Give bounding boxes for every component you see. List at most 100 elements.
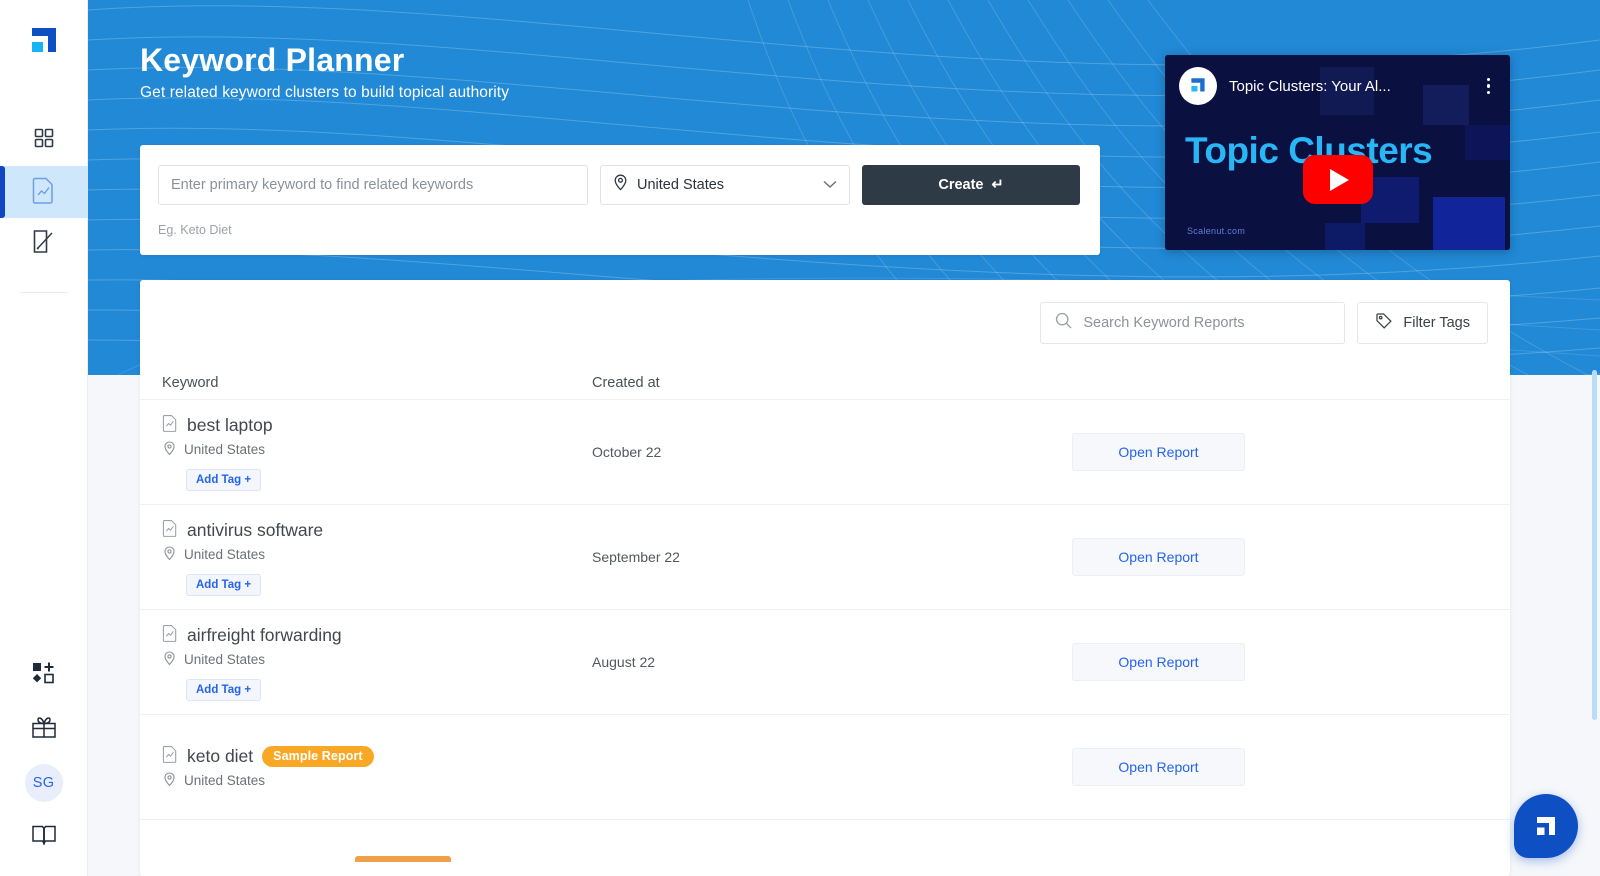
- column-header-keyword: Keyword: [162, 374, 219, 391]
- table-body: best laptop United States Add Tag + October…: [140, 400, 1510, 820]
- keyword-name: keto diet: [187, 745, 254, 766]
- created-at-cell: September 22: [592, 549, 680, 565]
- open-report-button[interactable]: Open Report: [1072, 538, 1245, 576]
- page-scrollbar[interactable]: [1590, 0, 1600, 876]
- report-chart-icon: [31, 176, 57, 209]
- add-tag-button[interactable]: Add Tag +: [186, 573, 262, 596]
- scalenut-chat-logo-icon[interactable]: [1514, 794, 1578, 858]
- location-pin-icon: [613, 174, 628, 196]
- report-chart-icon: [162, 745, 178, 768]
- sidebar-nav-secondary: SG: [0, 648, 87, 876]
- sidebar: SG: [0, 0, 88, 876]
- report-chart-icon: [162, 519, 178, 542]
- video-topbar: Topic Clusters: Your Al...: [1165, 55, 1510, 117]
- tag-icon: [1375, 312, 1393, 334]
- video-title: Topic Clusters: Your Al...: [1229, 77, 1391, 95]
- search-icon: [1055, 312, 1072, 334]
- video-embed[interactable]: Topic Clusters: Your Al... Topic Cluster…: [1165, 55, 1510, 250]
- created-at-cell: October 22: [592, 444, 662, 460]
- open-report-button[interactable]: Open Report: [1072, 643, 1245, 681]
- keyword-cell: keto diet Sample Report United States: [162, 745, 592, 790]
- created-at-cell: August 22: [592, 654, 656, 670]
- video-watermark: Scalenut.com: [1187, 226, 1246, 236]
- sidebar-divider: [19, 292, 68, 293]
- keyword-cell: airfreight forwarding United States Add Ta…: [162, 624, 592, 701]
- search-reports-box[interactable]: [1040, 302, 1346, 344]
- add-tag-button[interactable]: Add Tag +: [186, 678, 262, 701]
- main-content: Keyword Planner Get related keyword clus…: [88, 0, 1600, 876]
- create-button-label: Create: [938, 177, 984, 193]
- avatar[interactable]: SG: [24, 764, 63, 802]
- youtube-play-icon[interactable]: [1302, 155, 1373, 204]
- scalenut-channel-avatar[interactable]: [1179, 67, 1217, 105]
- enter-key-icon: ↵: [991, 177, 1004, 193]
- search-reports-input[interactable]: [1083, 315, 1331, 331]
- edit-document-icon: [31, 228, 57, 261]
- keyword-title-line: airfreight forwarding: [162, 624, 592, 647]
- add-tag-button[interactable]: Add Tag +: [186, 468, 262, 491]
- actions-cell: Open Report: [1072, 538, 1488, 576]
- filter-tags-label: Filter Tags: [1403, 315, 1470, 331]
- sidebar-item-docs[interactable]: [0, 810, 88, 864]
- filter-tags-button[interactable]: Filter Tags: [1357, 302, 1488, 344]
- keyword-search-card: United States Create ↵ Eg. Keto Diet: [140, 145, 1100, 255]
- table-row: best laptop United States Add Tag + October…: [140, 400, 1510, 505]
- actions-cell: Open Report: [1072, 643, 1488, 681]
- keyword-hint: Eg. Keto Diet: [158, 223, 232, 237]
- keyword-cell: best laptop United States Add Tag +: [162, 414, 592, 491]
- search-row: United States Create ↵: [140, 145, 1100, 205]
- sidebar-item-content-editor[interactable]: [0, 218, 88, 270]
- table-header: Keyword Created at: [140, 366, 1510, 400]
- location-pin-icon: [163, 545, 176, 564]
- table-row: airfreight forwarding United States Add Ta…: [140, 610, 1510, 715]
- primary-keyword-input[interactable]: [158, 165, 588, 205]
- chevron-down-icon: [823, 176, 837, 194]
- keyword-location: United States: [162, 545, 592, 564]
- table-row: keto diet Sample Report United States Open …: [140, 715, 1510, 820]
- keyword-location: United States: [162, 440, 592, 459]
- user-avatar-button[interactable]: SG: [0, 756, 88, 810]
- sidebar-item-dashboard[interactable]: [0, 114, 88, 166]
- page-title: Keyword Planner: [140, 42, 405, 78]
- sidebar-nav-primary: [0, 114, 88, 293]
- create-button[interactable]: Create ↵: [862, 165, 1080, 205]
- keyword-title-line: antivirus software: [162, 519, 592, 542]
- keyword-location: United States: [162, 771, 592, 790]
- page-scrollbar-thumb[interactable]: [1592, 370, 1597, 720]
- sidebar-item-keyword-planner[interactable]: [0, 166, 88, 218]
- keyword-title-line: keto diet Sample Report: [162, 745, 592, 768]
- report-chart-icon: [162, 414, 178, 437]
- keyword-title-line: best laptop: [162, 414, 592, 437]
- keyword-reports-table: Keyword Created at best laptop United Sta…: [140, 366, 1510, 820]
- keyword-location: United States: [162, 650, 592, 669]
- actions-cell: Open Report: [1072, 748, 1488, 786]
- partial-badge-indicator: [355, 856, 451, 862]
- location-pin-icon: [163, 771, 176, 790]
- keyword-reports-card: Filter Tags Keyword Created at best lapt…: [140, 280, 1510, 876]
- app-root: SG Keyword Planner Get related keyword c…: [0, 0, 1600, 876]
- country-select[interactable]: United States: [600, 165, 850, 205]
- keyword-name: antivirus software: [187, 519, 324, 540]
- open-book-icon: [30, 822, 58, 853]
- grid-icon: [32, 126, 56, 155]
- open-report-button[interactable]: Open Report: [1072, 748, 1245, 786]
- column-header-created-at: Created at: [592, 374, 660, 391]
- location-pin-icon: [163, 440, 176, 459]
- report-chart-icon: [162, 624, 178, 647]
- kebab-menu-icon[interactable]: [1481, 74, 1497, 99]
- sidebar-item-integrations[interactable]: [0, 648, 88, 702]
- country-select-value: United States: [637, 177, 725, 193]
- gift-icon: [30, 713, 58, 746]
- open-report-button[interactable]: Open Report: [1072, 433, 1245, 471]
- sidebar-item-rewards[interactable]: [0, 702, 88, 756]
- avatar-initials: SG: [32, 775, 55, 791]
- page-subtitle: Get related keyword clusters to build to…: [140, 84, 510, 101]
- keyword-cell: antivirus software United States Add Tag +: [162, 519, 592, 596]
- scalenut-logo[interactable]: [24, 22, 64, 62]
- reports-toolbar: Filter Tags: [140, 280, 1510, 366]
- keyword-name: airfreight forwarding: [187, 624, 342, 645]
- shapes-plus-icon: [31, 661, 57, 690]
- keyword-name: best laptop: [187, 414, 273, 435]
- table-row-partial: [140, 820, 1510, 862]
- actions-cell: Open Report: [1072, 433, 1488, 471]
